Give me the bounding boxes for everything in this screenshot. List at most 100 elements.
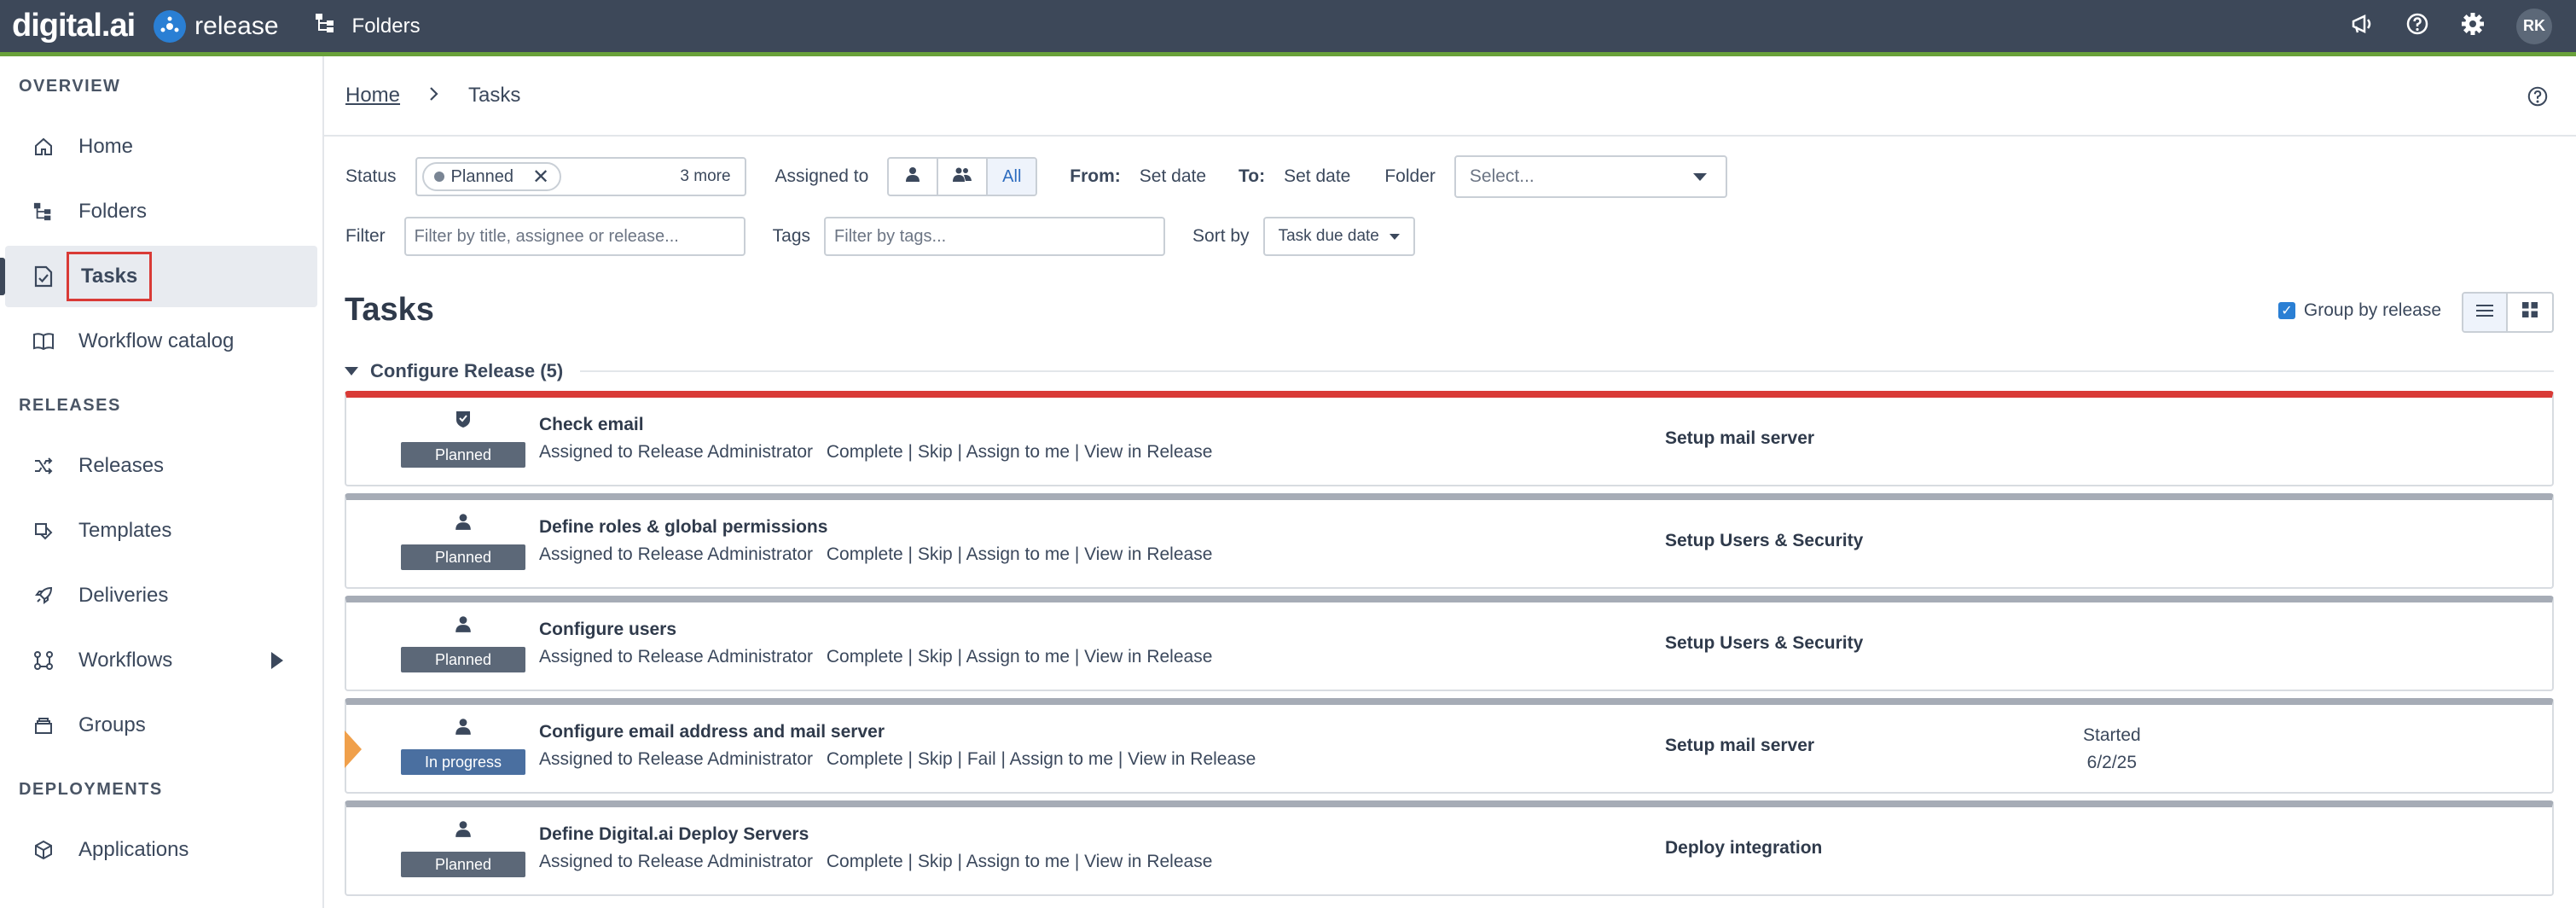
folder-select[interactable]: Select...: [1453, 155, 1727, 198]
caret-down-icon: [1692, 173, 1707, 181]
users-icon: [952, 166, 972, 188]
task-title[interactable]: Define roles & global permissions: [539, 517, 827, 538]
assigned-me-button[interactable]: [889, 159, 939, 195]
release-group-header[interactable]: Configure Release (5): [345, 360, 2554, 382]
task-actions[interactable]: Complete | Skip | Assign to me | View in…: [827, 647, 1213, 666]
group-by-label: Group by release: [2303, 300, 2441, 320]
sidebar-item-label: Workflow catalog: [78, 329, 235, 352]
task-status: Planned: [401, 614, 525, 672]
sidebar-item-folders[interactable]: Folders: [5, 181, 317, 242]
announcement-icon[interactable]: [2351, 13, 2375, 40]
sidebar-item-releases[interactable]: Releases: [5, 435, 317, 497]
task-release-name: Setup Users & Security: [1665, 633, 1864, 653]
task-card[interactable]: Planned Check email Assigned to Release …: [345, 391, 2554, 486]
tags-label: Tags: [772, 226, 811, 246]
started-date: 6/2/25: [2086, 753, 2138, 772]
collapse-triangle-icon[interactable]: [345, 367, 358, 375]
sidebar-item-label: Home: [78, 135, 134, 158]
home-icon: [31, 137, 56, 157]
assigned-all-button[interactable]: All: [988, 159, 1036, 195]
tags-input[interactable]: Filter by tags...: [824, 217, 1166, 256]
task-card[interactable]: Planned Configure users Assigned to Rele…: [345, 596, 2554, 691]
divider: [580, 370, 2554, 372]
task-assignee: Assigned to Release Administrator: [539, 544, 813, 564]
user-icon: [454, 614, 473, 638]
release-logo-icon: [154, 9, 187, 43]
user-icon: [454, 717, 473, 741]
release-product-link[interactable]: release: [154, 9, 279, 43]
page-help-icon[interactable]: [2527, 85, 2549, 114]
user-icon: [904, 166, 921, 188]
status-more-link[interactable]: 3 more: [680, 167, 730, 186]
help-icon[interactable]: [2405, 12, 2429, 41]
started-label: Started: [2083, 725, 2141, 745]
release-group-title: Configure Release (5): [370, 360, 564, 381]
task-release-name: Deploy integration: [1665, 838, 1823, 858]
to-date-picker[interactable]: Set date: [1284, 166, 1350, 187]
sidebar-section-releases: RELEASES: [19, 395, 121, 415]
task-title[interactable]: Define Digital.ai Deploy Servers: [539, 824, 809, 845]
user-avatar[interactable]: RK: [2516, 8, 2552, 44]
sidebar-item-workflow-catalog[interactable]: Workflow catalog: [5, 311, 317, 372]
task-details: Assigned to Release Administrator Comple…: [539, 749, 1256, 770]
status-filter[interactable]: Planned ✕ 3 more: [415, 157, 746, 196]
digital-ai-logo[interactable]: digital.ai: [12, 8, 136, 44]
task-title[interactable]: Configure users: [539, 620, 676, 640]
rocket-icon: [31, 585, 56, 606]
remove-chip-close-icon[interactable]: ✕: [532, 165, 549, 189]
task-title[interactable]: Check email: [539, 415, 644, 435]
tasks-icon: [31, 265, 56, 288]
task-actions[interactable]: Complete | Skip | Fail | Assign to me | …: [827, 749, 1256, 769]
task-card[interactable]: In progress Configure email address and …: [345, 698, 2554, 794]
sidebar-item-label: Workflows: [78, 649, 173, 672]
status-chip-label: Planned: [450, 166, 513, 186]
filter-search-input[interactable]: Filter by title, assignee or release...: [403, 217, 746, 256]
settings-gear-icon[interactable]: [2460, 11, 2486, 42]
task-details: Assigned to Release Administrator Comple…: [539, 544, 1212, 565]
main-content: Home Tasks Status Planned ✕ 3 more Assig…: [324, 56, 2576, 908]
sidebar-item-deliveries[interactable]: Deliveries: [5, 565, 317, 626]
expand-arrow-icon[interactable]: [271, 652, 283, 669]
sidebar-item-tasks[interactable]: Tasks: [0, 246, 317, 307]
task-actions[interactable]: Complete | Skip | Assign to me | View in…: [827, 442, 1213, 462]
sort-label: Sort by: [1192, 226, 1250, 246]
task-started-info: Started 6/2/25: [2083, 722, 2141, 777]
sidebar-item-home[interactable]: Home: [5, 116, 317, 178]
from-date-picker[interactable]: Set date: [1140, 166, 1206, 187]
task-actions[interactable]: Complete | Skip | Assign to me | View in…: [827, 852, 1213, 871]
sidebar-item-applications[interactable]: Applications: [5, 819, 317, 881]
template-icon: [31, 521, 56, 541]
assigned-team-button[interactable]: [938, 159, 989, 195]
workflow-icon: [31, 650, 56, 671]
shuffle-icon: [31, 457, 56, 475]
filter-label: Filter: [345, 226, 386, 246]
to-label: To:: [1239, 166, 1266, 186]
assigned-to-toggle: All: [887, 157, 1038, 196]
breadcrumb-home-link[interactable]: Home: [345, 84, 400, 108]
top-bar: digital.ai release Folders RK: [0, 0, 2576, 56]
top-folders-link[interactable]: Folders: [315, 13, 421, 39]
page-title: Tasks: [345, 292, 434, 328]
sidebar-item-label: Tasks: [67, 252, 153, 301]
sort-select[interactable]: Task due date: [1262, 217, 1415, 256]
status-chip-planned: Planned ✕: [421, 162, 562, 191]
status-badge: In progress: [401, 749, 525, 775]
grid-view-button[interactable]: [2508, 294, 2552, 331]
task-card[interactable]: Planned Define roles & global permission…: [345, 493, 2554, 589]
breadcrumb: Home Tasks: [324, 56, 2576, 137]
task-card[interactable]: Planned Define Digital.ai Deploy Servers…: [345, 800, 2554, 896]
sidebar-item-templates[interactable]: Templates: [5, 500, 317, 562]
task-title[interactable]: Configure email address and mail server: [539, 722, 885, 742]
list-icon: [2475, 301, 2494, 323]
task-actions[interactable]: Complete | Skip | Assign to me | View in…: [827, 544, 1213, 564]
task-details: Assigned to Release Administrator Comple…: [539, 647, 1212, 667]
task-release-name: Setup mail server: [1665, 428, 1815, 448]
checkbox-checked-icon[interactable]: ✓: [2277, 302, 2295, 319]
list-view-button[interactable]: [2463, 294, 2508, 331]
task-assignee: Assigned to Release Administrator: [539, 647, 813, 666]
sidebar-item-workflows[interactable]: Workflows: [5, 630, 317, 691]
folder-label: Folder: [1384, 166, 1436, 186]
sidebar-item-groups[interactable]: Groups: [5, 695, 317, 756]
from-label: From:: [1070, 166, 1121, 186]
group-by-release-checkbox[interactable]: ✓ Group by release: [2277, 300, 2441, 321]
